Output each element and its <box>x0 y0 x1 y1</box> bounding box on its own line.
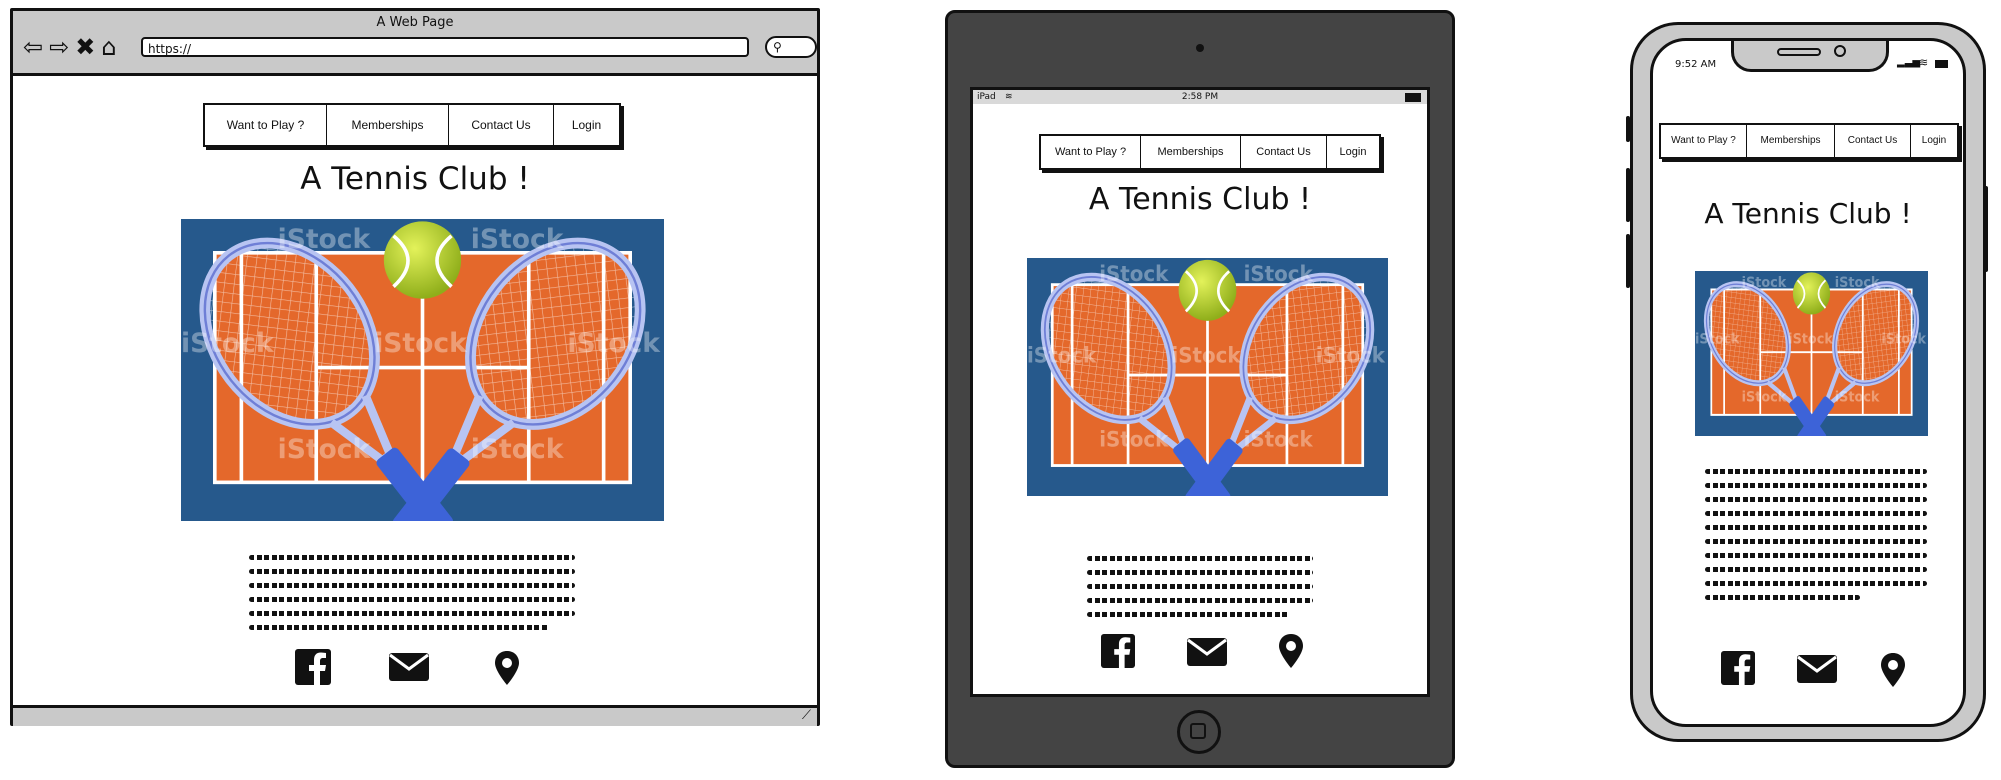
main-nav: Want to Play ? Memberships Contact Us Lo… <box>203 103 621 147</box>
home-button-icon <box>1190 723 1206 739</box>
nav-want-to-play[interactable]: Want to Play ? <box>1041 136 1141 168</box>
home-button[interactable] <box>1177 710 1221 754</box>
forward-icon[interactable]: ⇨ <box>49 33 75 61</box>
body-text <box>249 555 575 639</box>
tennis-image <box>1695 271 1928 436</box>
facebook-icon[interactable] <box>1101 634 1135 668</box>
body-text <box>1705 469 1927 609</box>
nav-login[interactable]: Login <box>1327 136 1379 168</box>
tablet-camera <box>1196 44 1204 52</box>
search-icon: ⚲ <box>773 40 782 54</box>
map-pin-icon[interactable] <box>1881 653 1905 687</box>
nav-contact-us[interactable]: Contact Us <box>449 105 554 145</box>
map-pin-icon[interactable] <box>495 651 519 685</box>
page-title: A Tennis Club ! <box>300 161 530 197</box>
search-field[interactable]: ⚲ <box>765 36 817 58</box>
map-pin-icon[interactable] <box>1279 634 1303 668</box>
page-title: A Tennis Club ! <box>1088 182 1312 217</box>
nav-login[interactable]: Login <box>1911 125 1957 157</box>
tablet-screen: iPad ≋ 2:58 PM Want to Play ? Membership… <box>970 87 1430 697</box>
nav-want-to-play[interactable]: Want to Play ? <box>205 105 327 145</box>
back-icon[interactable]: ⇦ <box>23 33 49 61</box>
home-icon[interactable]: ⌂ <box>101 33 122 61</box>
resize-grip-icon[interactable]: ⟋ <box>802 708 811 723</box>
status-time: 9:52 AM <box>1675 59 1717 70</box>
window-title: A Web Page <box>376 15 454 30</box>
browser-controls: ⇦⇨✖⌂ <box>23 33 123 61</box>
battery-icon <box>1405 93 1421 102</box>
body-text <box>1087 556 1313 626</box>
battery-icon <box>1935 60 1948 68</box>
nav-login[interactable]: Login <box>554 105 619 145</box>
tennis-image <box>1027 258 1388 496</box>
browser-toolbar: A Web Page ⇦⇨✖⌂ https:// ⚲ <box>13 11 817 76</box>
tablet-device: iPad ≋ 2:58 PM Want to Play ? Membership… <box>945 10 1455 768</box>
envelope-icon[interactable] <box>1797 651 1837 687</box>
status-time: 2:58 PM <box>1181 92 1219 102</box>
nav-memberships[interactable]: Memberships <box>1141 136 1241 168</box>
phone-notch <box>1731 41 1889 72</box>
tablet-statusbar: iPad ≋ 2:58 PM <box>973 90 1427 104</box>
main-nav: Want to Play ? Memberships Contact Us Lo… <box>1659 123 1959 159</box>
wifi-icon: ≋ <box>1919 56 1929 69</box>
nav-contact-us[interactable]: Contact Us <box>1835 125 1911 157</box>
signal-icon: ▂▃▅ <box>1897 57 1921 68</box>
page-title: A Tennis Club ! <box>1704 197 1912 230</box>
nav-memberships[interactable]: Memberships <box>327 105 449 145</box>
facebook-icon[interactable] <box>1721 651 1755 685</box>
facebook-icon[interactable] <box>295 649 331 685</box>
nav-want-to-play[interactable]: Want to Play ? <box>1661 125 1747 157</box>
phone-speaker <box>1777 48 1821 56</box>
main-nav: Want to Play ? Memberships Contact Us Lo… <box>1039 134 1381 170</box>
phone-screen: 9:52 AM ▂▃▅ ≋ Want to Play ? Memberships… <box>1650 38 1966 727</box>
envelope-icon[interactable] <box>1187 634 1227 670</box>
nav-contact-us[interactable]: Contact Us <box>1241 136 1327 168</box>
url-bar[interactable]: https:// <box>141 37 749 57</box>
browser-statusbar: ⟋ <box>13 705 817 726</box>
phone-camera <box>1834 45 1846 57</box>
tennis-image <box>181 219 664 521</box>
phone-device: 9:52 AM ▂▃▅ ≋ Want to Play ? Memberships… <box>1630 22 1986 742</box>
envelope-icon[interactable] <box>389 649 429 685</box>
close-icon[interactable]: ✖ <box>75 33 101 61</box>
nav-memberships[interactable]: Memberships <box>1747 125 1835 157</box>
browser-window: A Web Page ⇦⇨✖⌂ https:// ⚲ Want to Play … <box>10 8 820 726</box>
